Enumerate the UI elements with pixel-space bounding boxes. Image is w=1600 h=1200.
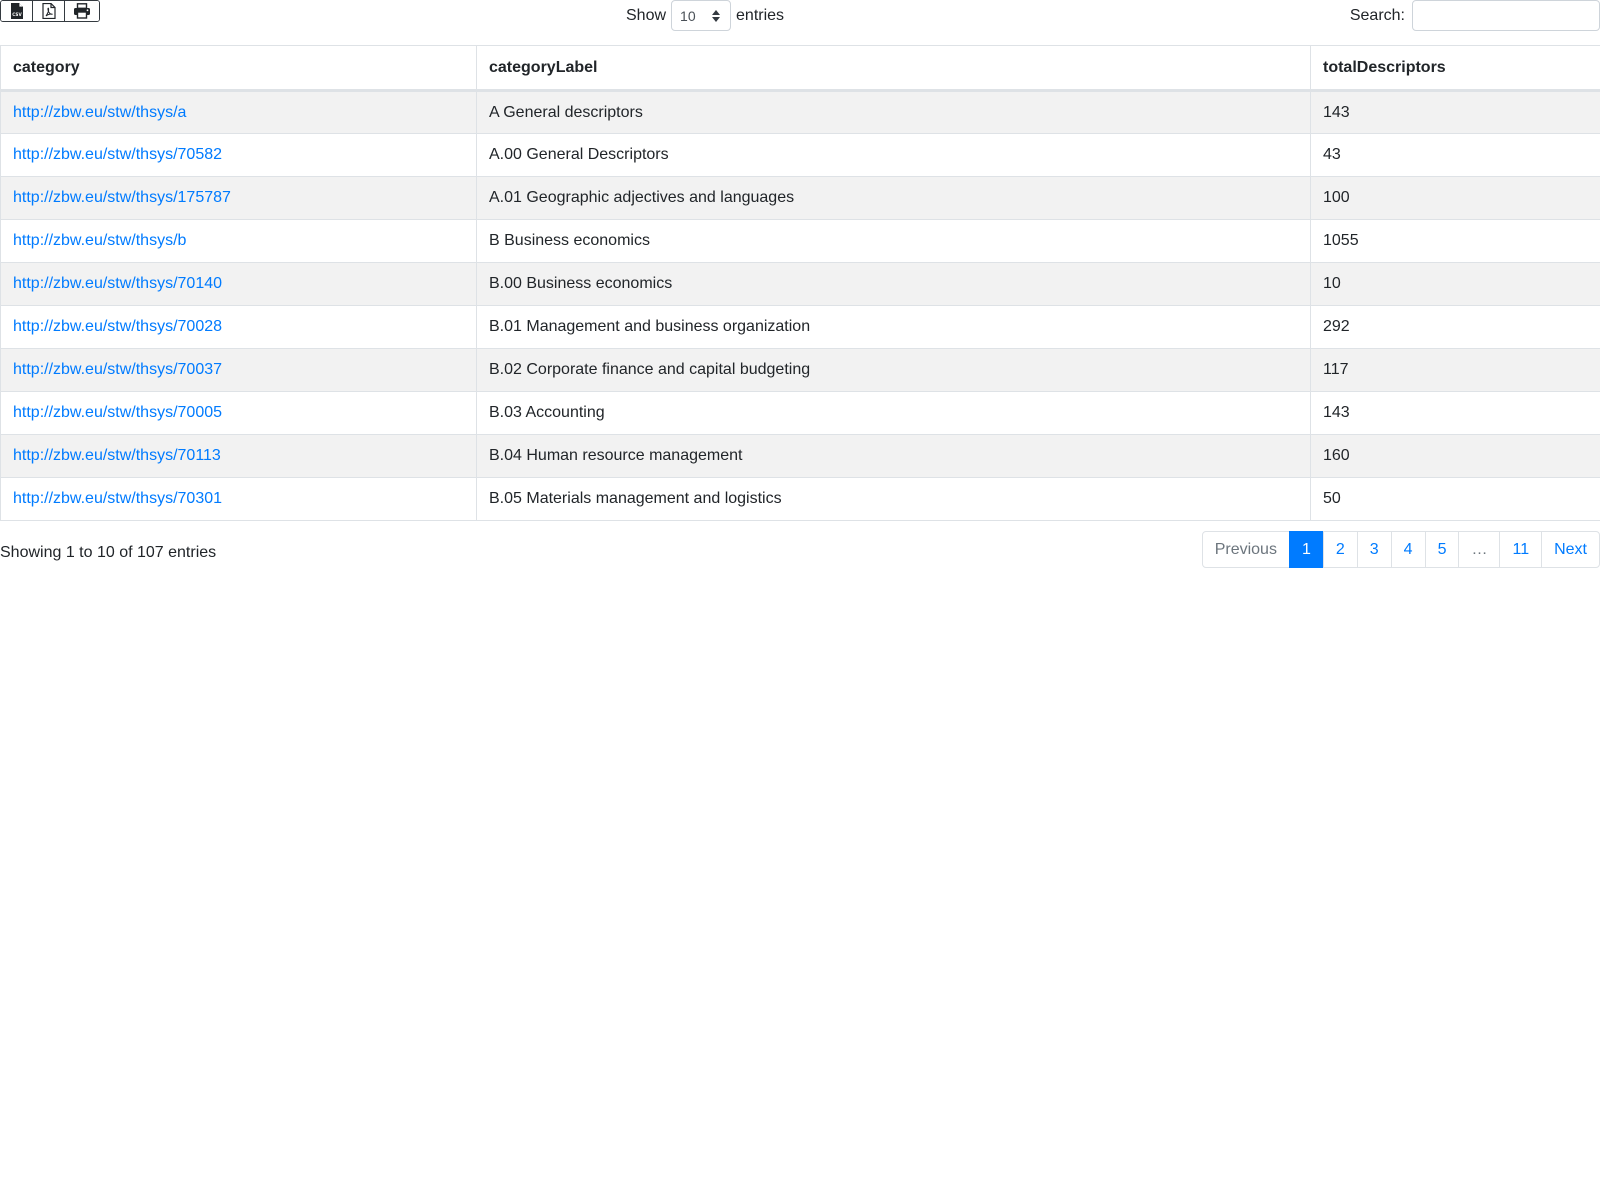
search-control: Search:	[1350, 0, 1600, 31]
total-descriptors-cell: 160	[1310, 434, 1600, 478]
table-header-row: category categoryLabel totalDescriptors	[0, 45, 1600, 92]
category-cell: http://zbw.eu/stw/thsys/70028	[0, 305, 477, 349]
category-label-cell: B.05 Materials management and logistics	[476, 477, 1311, 521]
search-label: Search:	[1349, 6, 1405, 24]
total-descriptors-cell: 292	[1310, 305, 1600, 349]
svg-text:CSV: CSV	[12, 12, 22, 17]
pagination: Previous 1 2 3 4 5 … 11 Next	[1201, 531, 1600, 568]
table-body: http://zbw.eu/stw/thsys/a A General desc…	[0, 90, 1600, 521]
table-row: http://zbw.eu/stw/thsys/70028 B.01 Manag…	[0, 305, 1600, 349]
table-row: http://zbw.eu/stw/thsys/175787 A.01 Geog…	[0, 176, 1600, 220]
category-link[interactable]: http://zbw.eu/stw/thsys/70301	[13, 490, 222, 507]
pagination-page-4[interactable]: 4	[1390, 531, 1426, 568]
entries-length-control: Show 10 entries	[626, 0, 784, 31]
pagination-ellipsis: …	[1458, 531, 1501, 568]
category-cell: http://zbw.eu/stw/thsys/175787	[0, 176, 477, 220]
column-header-total-descriptors[interactable]: totalDescriptors	[1310, 45, 1600, 92]
table-row: http://zbw.eu/stw/thsys/70140 B.00 Busin…	[0, 262, 1600, 306]
pagination-page-11[interactable]: 11	[1499, 531, 1543, 568]
export-csv-button[interactable]: CSV	[1, 1, 33, 21]
table-row: http://zbw.eu/stw/thsys/70582 A.00 Gener…	[0, 133, 1600, 177]
total-descriptors-cell: 50	[1310, 477, 1600, 521]
table-row: http://zbw.eu/stw/thsys/a A General desc…	[0, 90, 1600, 134]
results-table: category categoryLabel totalDescriptors …	[0, 45, 1600, 521]
category-label-cell: B.04 Human resource management	[476, 434, 1311, 478]
category-link[interactable]: http://zbw.eu/stw/thsys/70113	[13, 447, 221, 464]
pdf-file-icon	[41, 3, 56, 19]
entries-per-page-select[interactable]: 10	[671, 0, 732, 31]
print-icon	[74, 3, 90, 19]
category-link[interactable]: http://zbw.eu/stw/thsys/70582	[13, 146, 222, 163]
category-link[interactable]: http://zbw.eu/stw/thsys/a	[13, 104, 186, 121]
table-row: http://zbw.eu/stw/thsys/70005 B.03 Accou…	[0, 391, 1600, 435]
pagination-page-1[interactable]: 1	[1288, 531, 1324, 568]
pagination-next-button[interactable]: Next	[1541, 531, 1600, 568]
category-label-cell: B.00 Business economics	[476, 262, 1311, 306]
category-label-cell: B Business economics	[476, 219, 1311, 263]
column-header-category[interactable]: category	[0, 45, 477, 92]
category-link[interactable]: http://zbw.eu/stw/thsys/70037	[13, 361, 222, 378]
category-cell: http://zbw.eu/stw/thsys/70113	[0, 434, 477, 478]
category-cell: http://zbw.eu/stw/thsys/70582	[0, 133, 477, 177]
show-label: Show	[626, 7, 667, 24]
entries-per-page-value: 10	[680, 7, 696, 24]
total-descriptors-cell: 10	[1310, 262, 1600, 306]
column-header-category-label[interactable]: categoryLabel	[476, 45, 1311, 92]
category-label-cell: B.02 Corporate finance and capital budge…	[476, 348, 1311, 392]
export-button-group: CSV	[0, 0, 100, 22]
csv-file-icon: CSV	[10, 3, 23, 19]
category-cell: http://zbw.eu/stw/thsys/70301	[0, 477, 477, 521]
export-pdf-button[interactable]	[33, 1, 65, 21]
category-link[interactable]: http://zbw.eu/stw/thsys/b	[13, 232, 186, 249]
category-label-cell: B.01 Management and business organizatio…	[476, 305, 1311, 349]
category-cell: http://zbw.eu/stw/thsys/a	[0, 90, 477, 134]
total-descriptors-cell: 43	[1310, 133, 1600, 177]
table-row: http://zbw.eu/stw/thsys/70301 B.05 Mater…	[0, 477, 1600, 521]
total-descriptors-cell: 117	[1310, 348, 1600, 392]
pagination-previous-button[interactable]: Previous	[1201, 531, 1290, 568]
category-label-cell: A.01 Geographic adjectives and languages	[476, 176, 1311, 220]
category-link[interactable]: http://zbw.eu/stw/thsys/70140	[13, 275, 222, 292]
search-input[interactable]	[1412, 0, 1600, 31]
table-info-text: Showing 1 to 10 of 107 entries	[0, 544, 217, 561]
category-label-cell: B.03 Accounting	[476, 391, 1311, 435]
pagination-page-5[interactable]: 5	[1424, 531, 1460, 568]
total-descriptors-cell: 143	[1310, 90, 1600, 134]
table-row: http://zbw.eu/stw/thsys/70037 B.02 Corpo…	[0, 348, 1600, 392]
category-cell: http://zbw.eu/stw/thsys/70140	[0, 262, 477, 306]
category-label-cell: A.00 General Descriptors	[476, 133, 1311, 177]
total-descriptors-cell: 100	[1310, 176, 1600, 220]
category-label-cell: A General descriptors	[476, 90, 1311, 134]
table-row: http://zbw.eu/stw/thsys/70113 B.04 Human…	[0, 434, 1600, 478]
category-link[interactable]: http://zbw.eu/stw/thsys/70005	[13, 404, 222, 421]
pagination-page-2[interactable]: 2	[1322, 531, 1358, 568]
category-cell: http://zbw.eu/stw/thsys/70005	[0, 391, 477, 435]
category-cell: http://zbw.eu/stw/thsys/b	[0, 219, 477, 263]
datatable-page: CSV Show 10 entries Search: category cat…	[0, 0, 1600, 1200]
category-link[interactable]: http://zbw.eu/stw/thsys/175787	[13, 189, 231, 206]
entries-label: entries	[736, 7, 785, 24]
category-cell: http://zbw.eu/stw/thsys/70037	[0, 348, 477, 392]
total-descriptors-cell: 143	[1310, 391, 1600, 435]
table-row: http://zbw.eu/stw/thsys/b B Business eco…	[0, 219, 1600, 263]
category-link[interactable]: http://zbw.eu/stw/thsys/70028	[13, 318, 222, 335]
print-button[interactable]	[65, 1, 99, 21]
select-caret-icon	[712, 10, 721, 22]
pagination-page-3[interactable]: 3	[1356, 531, 1392, 568]
total-descriptors-cell: 1055	[1310, 219, 1600, 263]
